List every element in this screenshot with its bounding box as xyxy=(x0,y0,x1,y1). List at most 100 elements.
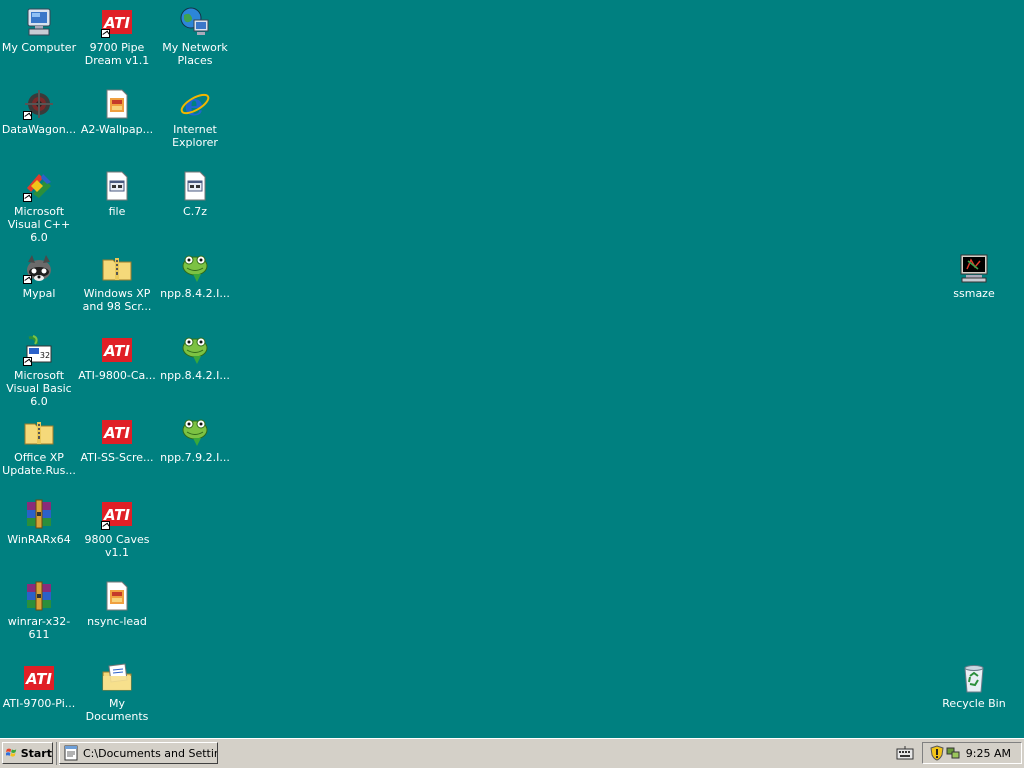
desktop-icon[interactable]: npp.7.9.2.I... xyxy=(156,414,234,464)
recycle-bin-icon xyxy=(958,662,990,694)
desktop-icon[interactable]: Office XP Update.Rus... xyxy=(0,414,78,477)
desktop-icon[interactable]: ATI ATI-9800-Ca... xyxy=(78,332,156,382)
shortcut-arrow-icon xyxy=(101,521,110,530)
desktop-icon[interactable]: npp.8.4.2.I... xyxy=(156,332,234,382)
desktop-icon-label: Mypal xyxy=(22,287,56,300)
keyboard-icon[interactable] xyxy=(896,746,914,760)
internet-explorer-icon: e xyxy=(179,88,211,123)
desktop-icon-label: ATI-9800-Ca... xyxy=(78,369,156,382)
desktop-icon[interactable]: npp.8.4.2.I... xyxy=(156,250,234,300)
svg-text:e: e xyxy=(184,88,203,120)
start-label: Start xyxy=(20,746,52,760)
desktop-icon[interactable]: file xyxy=(78,168,156,218)
desktop-icon-label: Internet Explorer xyxy=(172,123,218,149)
my-computer-icon xyxy=(23,6,55,38)
taskbar-window-label: C:\Documents and Settin... xyxy=(83,746,217,760)
generic-file-icon xyxy=(101,170,133,202)
system-tray: 9:25 AM xyxy=(922,742,1022,764)
desktop-icon-label: npp.7.9.2.I... xyxy=(160,451,230,464)
shortcut-arrow-icon xyxy=(23,193,32,202)
desktop-icon-label: C.7z xyxy=(183,205,207,218)
desktop-icon[interactable]: My Network Places xyxy=(156,4,234,67)
desktop-icon[interactable]: DataWagon... xyxy=(0,86,78,136)
notepad-plus-plus-icon xyxy=(179,334,211,366)
desktop-icon[interactable]: winrar-x32-611 xyxy=(0,578,78,641)
desktop-icon-label: Office XP Update.Rus... xyxy=(2,451,76,477)
desktop-icon[interactable]: A2-Wallpap... xyxy=(78,86,156,136)
desktop-icon[interactable]: C.7z xyxy=(156,168,234,218)
ati-logo-icon: ATI xyxy=(101,498,133,530)
desktop-icon[interactable]: ATI 9800 Caves v1.1 xyxy=(78,496,156,559)
notepad-plus-plus-icon xyxy=(179,416,211,448)
desktop-icon[interactable]: My Computer xyxy=(0,4,78,54)
desktop-icon-label: Microsoft Visual Basic 6.0 xyxy=(6,369,72,408)
windows-flag-icon xyxy=(6,748,17,757)
desktop-icon-label: winrar-x32-611 xyxy=(7,615,71,641)
desktop-icon-label: My Computer xyxy=(1,41,77,54)
desktop-icon-label: 9800 Caves v1.1 xyxy=(84,533,150,559)
desktop-icon-label: npp.8.4.2.I... xyxy=(160,369,230,382)
desktop[interactable]: My Computer ATI 9700 Pipe Dream v1.1 My Net… xyxy=(0,0,1024,738)
mypal-raccoon-icon xyxy=(23,252,55,284)
notepad-icon xyxy=(64,745,78,761)
taskbar: Start C:\Documents and Settin... 9:25 AM xyxy=(0,738,1024,768)
svg-text:32: 32 xyxy=(40,351,50,360)
image-file-icon xyxy=(101,88,133,120)
desktop-icon-label: A2-Wallpap... xyxy=(80,123,154,136)
taskbar-window-button[interactable]: C:\Documents and Settin... xyxy=(59,742,218,764)
desktop-icon-label: ssmaze xyxy=(953,287,995,300)
svg-text:ATI: ATI xyxy=(103,342,130,360)
desktop-icon[interactable]: Recycle Bin xyxy=(935,660,1013,710)
desktop-icon-label: My Documents xyxy=(85,697,149,723)
desktop-icon-label: WinRARx64 xyxy=(7,533,71,546)
desktop-icon[interactable]: ATI 9700 Pipe Dream v1.1 xyxy=(78,4,156,67)
desktop-icon[interactable]: ATI ATI-SS-Scre... xyxy=(78,414,156,464)
datawagon-icon xyxy=(23,88,55,120)
desktop-icon-label: nsync-lead xyxy=(87,615,147,628)
desktop-icon-label: Recycle Bin xyxy=(942,697,1006,710)
generic-file-icon xyxy=(179,170,211,202)
network-tray-icon[interactable] xyxy=(945,745,961,761)
desktop-icon[interactable]: ssmaze xyxy=(935,250,1013,300)
desktop-icon-label: ATI-SS-Scre... xyxy=(80,451,154,464)
start-button[interactable]: Start xyxy=(2,742,53,764)
winrar-icon xyxy=(23,580,55,612)
svg-text:ATI: ATI xyxy=(103,424,130,442)
desktop-icon[interactable]: e Internet Explorer xyxy=(156,86,234,149)
shortcut-arrow-icon xyxy=(23,357,32,366)
zip-folder-icon xyxy=(23,416,55,448)
screensaver-icon xyxy=(958,252,990,284)
zip-folder-icon xyxy=(101,252,133,284)
desktop-icon-label: file xyxy=(108,205,126,218)
desktop-icon-label: Microsoft Visual C++ 6.0 xyxy=(7,205,71,244)
shortcut-arrow-icon xyxy=(101,29,110,38)
desktop-icon[interactable]: 32 Microsoft Visual Basic 6.0 xyxy=(0,332,78,408)
desktop-icon[interactable]: WinRARx64 xyxy=(0,496,78,546)
desktop-icon-label: DataWagon... xyxy=(1,123,77,136)
ati-logo-icon: ATI xyxy=(101,416,133,448)
shortcut-arrow-icon xyxy=(23,111,32,120)
desktop-icon[interactable]: Mypal xyxy=(0,250,78,300)
desktop-icon-label: My Network Places xyxy=(162,41,228,67)
notepad-plus-plus-icon xyxy=(179,252,211,284)
desktop-icon-label: npp.8.4.2.I... xyxy=(160,287,230,300)
network-places-icon xyxy=(179,6,211,38)
desktop-icon-label: ATI-9700-Pi... xyxy=(2,697,76,710)
ati-logo-icon: ATI xyxy=(23,662,55,694)
clock[interactable]: 9:25 AM xyxy=(966,747,1011,760)
svg-text:ATI: ATI xyxy=(25,670,52,688)
desktop-icon[interactable]: My Documents xyxy=(78,660,156,723)
security-shield-icon[interactable] xyxy=(929,745,945,761)
desktop-icon[interactable]: nsync-lead xyxy=(78,578,156,628)
visual-basic-icon: 32 xyxy=(23,334,55,366)
desktop-icon[interactable]: Windows XP and 98 Scr... xyxy=(78,250,156,313)
desktop-icon[interactable]: ATI ATI-9700-Pi... xyxy=(0,660,78,710)
visual-cpp-icon xyxy=(23,170,55,202)
image-file-icon xyxy=(101,580,133,612)
desktop-icon-label: 9700 Pipe Dream v1.1 xyxy=(84,41,150,67)
winrar-icon xyxy=(23,498,55,530)
ati-logo-icon: ATI xyxy=(101,6,133,38)
shortcut-arrow-icon xyxy=(23,275,32,284)
my-documents-icon xyxy=(101,662,133,694)
desktop-icon[interactable]: Microsoft Visual C++ 6.0 xyxy=(0,168,78,244)
